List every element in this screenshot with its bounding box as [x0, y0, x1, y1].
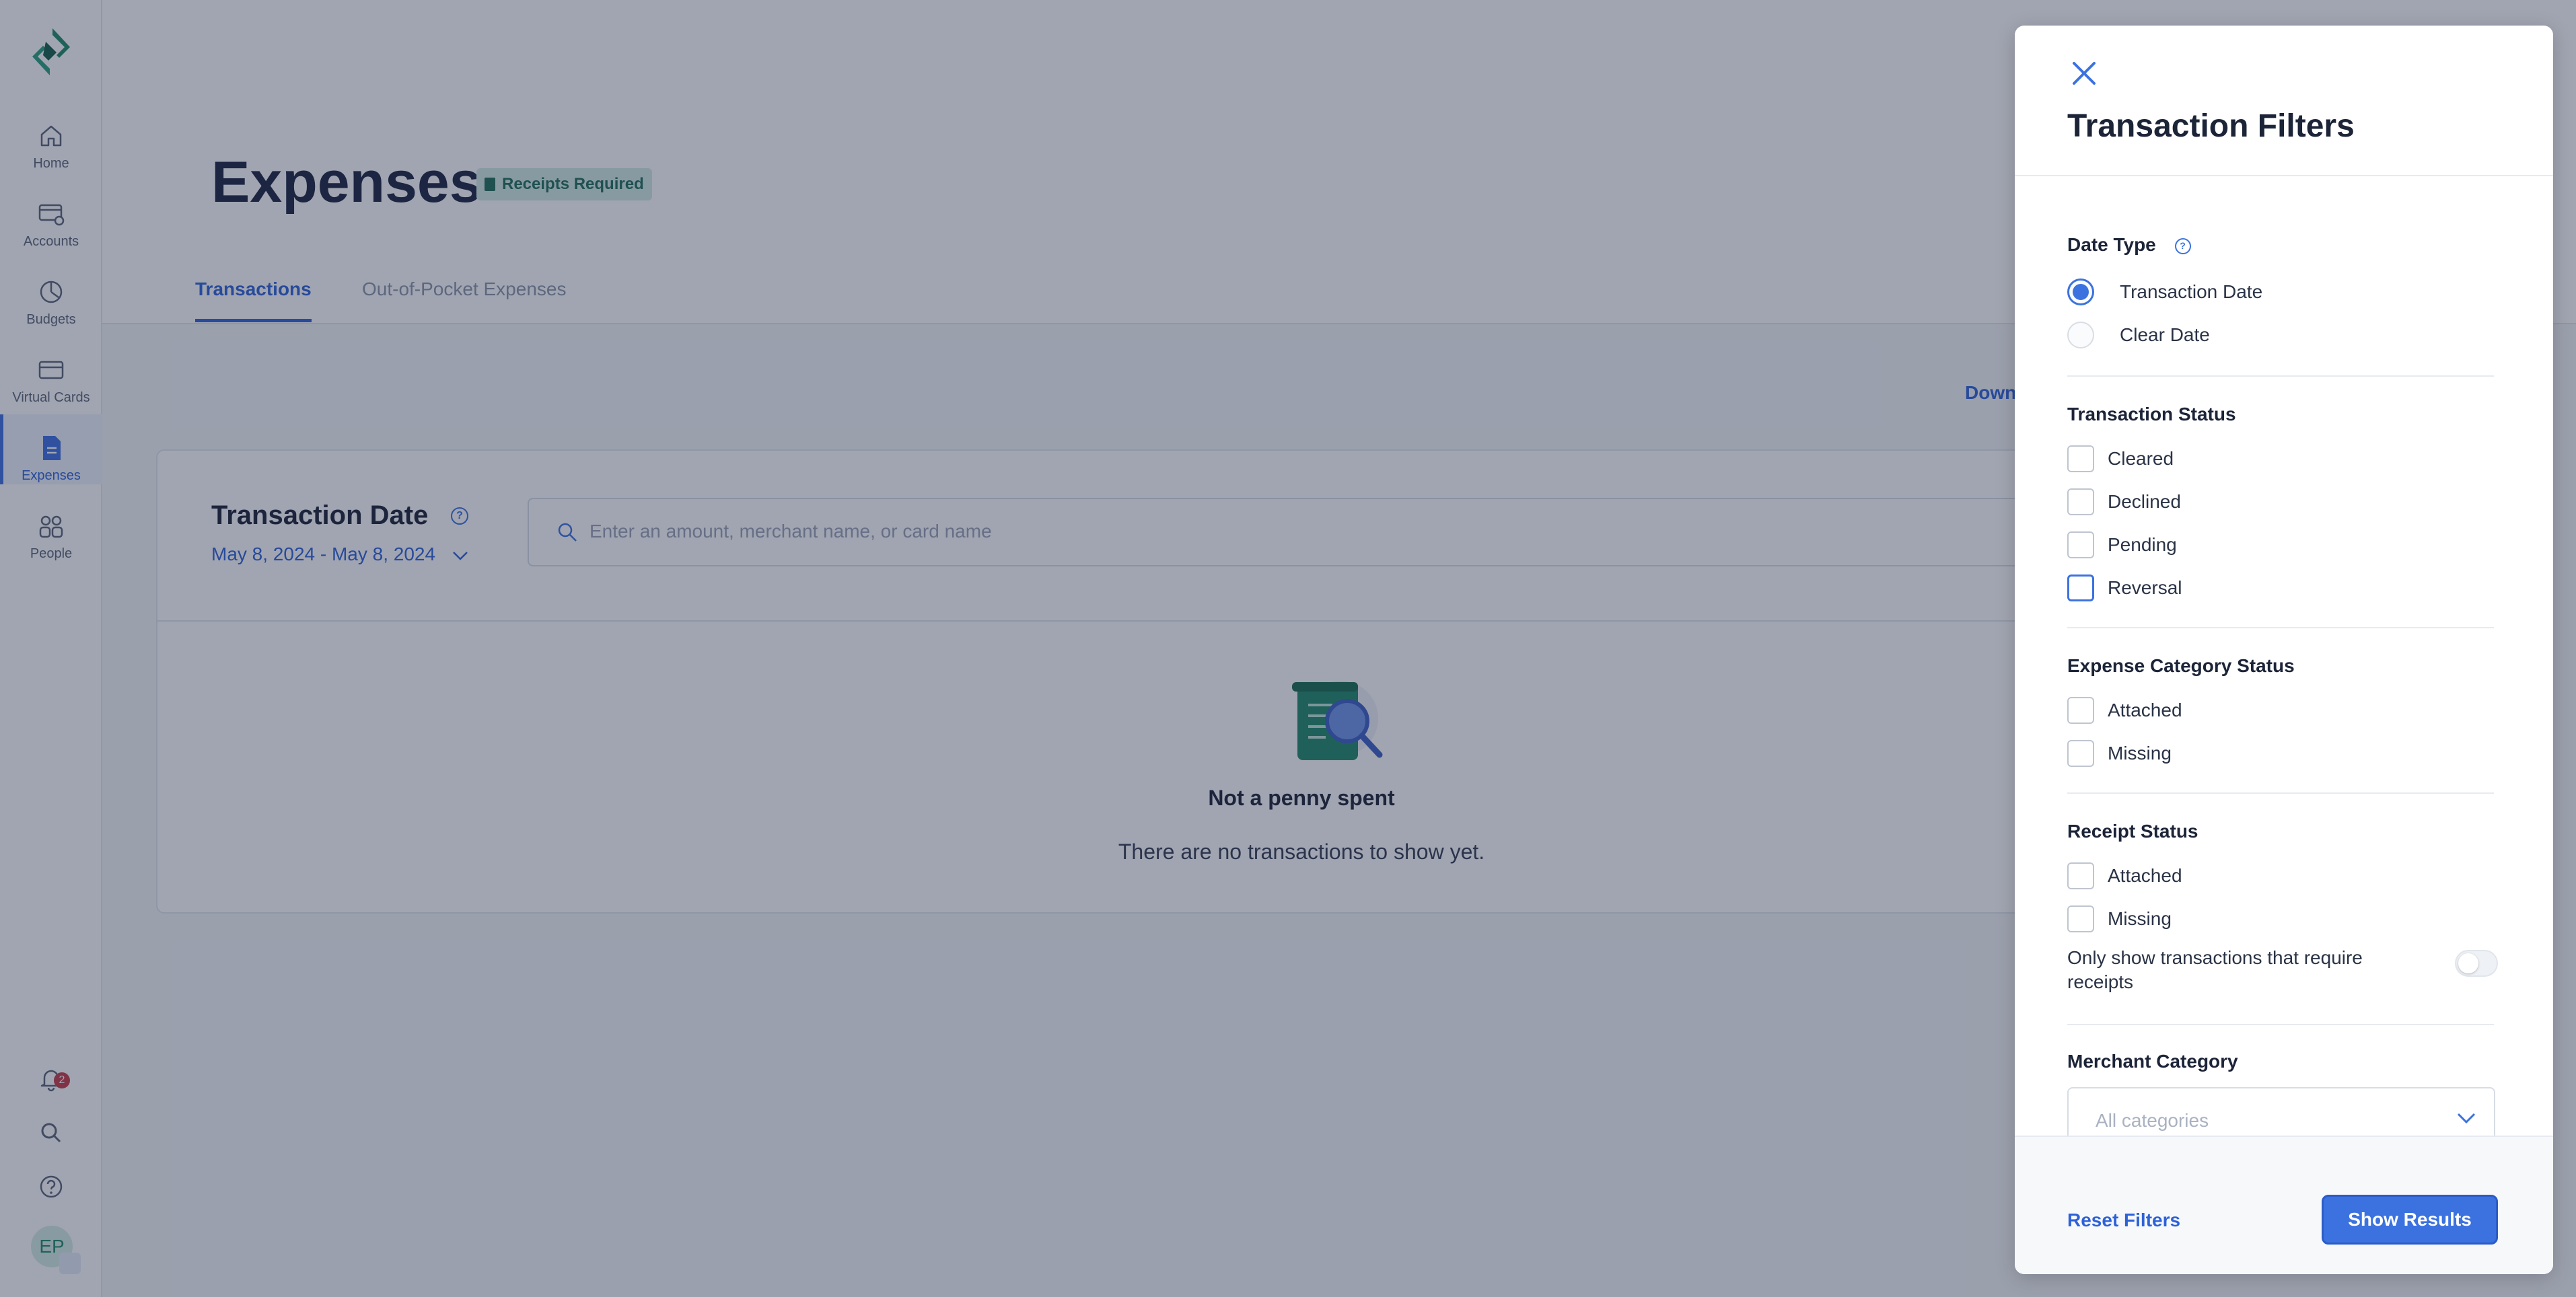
close-icon[interactable] — [2069, 58, 2100, 89]
checkbox-category-missing[interactable]: Missing — [2067, 737, 2172, 767]
expense-category-status-title: Expense Category Status — [2067, 655, 2295, 676]
checkbox-reversal[interactable]: Reversal — [2067, 572, 2182, 601]
checkbox-category-attached[interactable]: Attached — [2067, 694, 2182, 724]
date-type-title: Date Type ? — [2067, 234, 2191, 256]
show-results-button[interactable]: Show Results — [2322, 1195, 2498, 1245]
merchant-category-title: Merchant Category — [2067, 1051, 2238, 1072]
radio-clear-date[interactable]: Clear Date — [2067, 319, 2210, 348]
receipts-required-toggle[interactable] — [2455, 950, 2498, 977]
divider — [2067, 375, 2494, 377]
divider — [2067, 1024, 2494, 1025]
checkbox[interactable] — [2067, 488, 2094, 515]
checkbox-label: Attached — [2108, 864, 2182, 886]
checkbox-label: Cleared — [2108, 447, 2174, 469]
checkbox[interactable] — [2067, 905, 2094, 932]
radio-button[interactable] — [2067, 278, 2094, 305]
radio-button[interactable] — [2067, 321, 2094, 348]
checkbox-pending[interactable]: Pending — [2067, 529, 2177, 558]
receipts-toggle-label: Only show transactions that require rece… — [2067, 947, 2363, 992]
checkbox[interactable] — [2067, 696, 2094, 724]
help-icon[interactable]: ? — [2174, 237, 2191, 254]
section-label: Date Type — [2067, 234, 2156, 255]
checkbox-declined[interactable]: Declined — [2067, 486, 2181, 515]
chevron-down-icon — [2457, 1113, 2476, 1124]
checkbox[interactable] — [2067, 531, 2094, 558]
checkbox-label: Missing — [2108, 907, 2172, 929]
transaction-filters-panel: Transaction Filters Date Type ? Transact… — [2015, 26, 2553, 1274]
panel-title: Transaction Filters — [2067, 108, 2355, 144]
divider — [2015, 175, 2553, 176]
panel-footer: Reset Filters Show Results — [2015, 1136, 2553, 1274]
checkbox-cleared[interactable]: Cleared — [2067, 443, 2174, 472]
checkbox-label: Missing — [2108, 742, 2172, 764]
divider — [2067, 792, 2494, 794]
select-placeholder: All categories — [2096, 1110, 2209, 1131]
checkbox-label: Declined — [2108, 490, 2181, 512]
receipt-status-title: Receipt Status — [2067, 821, 2198, 842]
radio-label: Clear Date — [2120, 324, 2210, 345]
radio-transaction-date[interactable]: Transaction Date — [2067, 276, 2262, 305]
transaction-status-title: Transaction Status — [2067, 404, 2236, 424]
checkbox-label: Reversal — [2108, 577, 2182, 598]
checkbox-label: Pending — [2108, 533, 2177, 555]
toggle-knob — [2458, 953, 2478, 973]
divider — [2067, 627, 2494, 628]
checkbox[interactable] — [2067, 739, 2094, 767]
radio-label: Transaction Date — [2120, 281, 2263, 302]
checkbox-receipt-missing[interactable]: Missing — [2067, 903, 2172, 932]
checkbox-label: Attached — [2108, 699, 2182, 720]
checkbox[interactable] — [2067, 862, 2094, 889]
checkbox-receipt-attached[interactable]: Attached — [2067, 860, 2182, 889]
reset-filters-button[interactable]: Reset Filters — [2067, 1210, 2180, 1231]
checkbox[interactable] — [2067, 445, 2094, 472]
checkbox[interactable] — [2067, 574, 2094, 601]
